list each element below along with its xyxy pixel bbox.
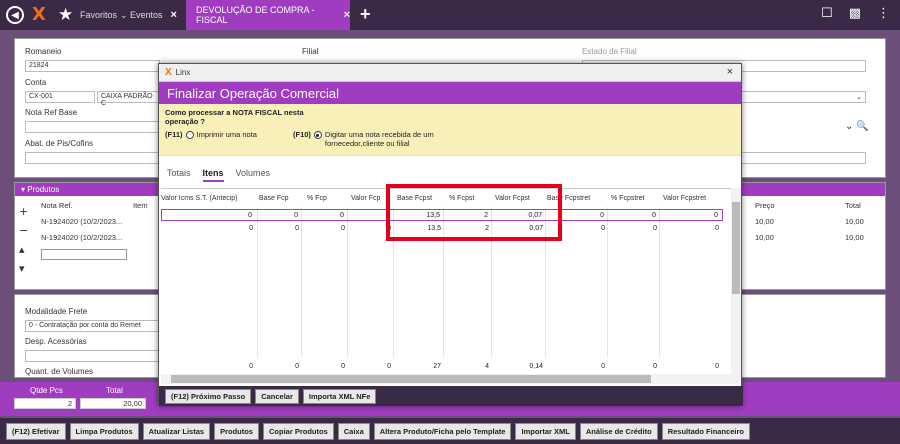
importa-xml-nfe-button[interactable]: Importa XML NFe (302, 388, 377, 404)
cancelar-button[interactable]: Cancelar (255, 388, 299, 404)
limpa-produtos-button[interactable]: Limpa Produtos (69, 422, 139, 440)
vertical-scrollbar[interactable] (731, 188, 741, 384)
col-preco: Preço (755, 201, 775, 210)
table-row[interactable]: N-1924020 (10/2/2023... (41, 217, 122, 226)
add-row-icon[interactable]: + (19, 205, 37, 218)
tab-volumes[interactable]: Volumes (236, 168, 271, 182)
conta-desc: CAIXA PADRÃO C (97, 91, 161, 107)
resultado-financeiro-button[interactable]: Resultado Financeiro (661, 422, 750, 440)
nota-ref-label: Nota Ref Base (25, 108, 78, 117)
search-icon[interactable]: ⌄ 🔍 (845, 121, 869, 132)
more-icon[interactable]: ⋮ (877, 6, 890, 21)
desp-field[interactable] (25, 350, 160, 362)
col-total: Total (845, 201, 861, 210)
grid-footer-totals: 0 0 0 0 27 4 0,14 0 0 0 (249, 363, 719, 370)
col-valor-fcpstret: Valor Fcpstret (663, 195, 707, 202)
importar-xml-button[interactable]: Importar XML (515, 422, 576, 440)
nota-fiscal-question: Como processar a NOTA FISCAL nesta opera… (159, 104, 741, 156)
caixa-button[interactable]: Caixa (337, 422, 370, 440)
action-bar: (F12) Efetivar Limpa Produtos Atualizar … (0, 418, 900, 444)
option-imprimir[interactable]: (F11) Imprimir uma nota (165, 130, 257, 139)
close-icon[interactable]: × (344, 9, 350, 21)
filial-label: Filial (302, 47, 319, 56)
dialog-titlebar: X Linx (159, 64, 741, 82)
col-base-fcp: Base Fcp (259, 195, 289, 202)
linx-icon: X (165, 67, 172, 78)
close-icon[interactable]: × (727, 66, 733, 78)
col-valor-icms-st: Valor Icms S.T. (Antecip) (161, 195, 238, 202)
nota-ref-field[interactable] (25, 121, 160, 133)
conta-field[interactable]: CX-001 (25, 91, 95, 103)
star-icon[interactable]: ★ (58, 5, 73, 25)
produto-input[interactable] (41, 249, 127, 260)
total-cell: 10,00 (845, 233, 864, 242)
move-down-icon[interactable]: ▾ (19, 262, 37, 275)
dialog-title: Finalizar Operação Comercial (159, 82, 741, 104)
col-pct-fcp: % Fcp (307, 195, 327, 202)
desp-label: Desp. Acessórias (25, 337, 87, 346)
atualizar-listas-button[interactable]: Atualizar Listas (142, 422, 211, 440)
close-icon[interactable]: × (171, 9, 177, 21)
frete-field[interactable]: 0 - Contratação por conta do Remet (25, 320, 160, 332)
altera-produto-button[interactable]: Altera Produto/Ficha pelo Template (373, 422, 512, 440)
remove-row-icon[interactable]: − (19, 224, 37, 237)
linx-logo: X (32, 4, 46, 25)
option-digitar[interactable]: (F10) Digitar uma nota recebida de um fo… (293, 130, 453, 148)
add-tab-icon[interactable]: + (360, 4, 371, 25)
col-item: Item (133, 201, 148, 210)
estado-label: Estado da Filial (582, 47, 637, 56)
frete-label: Modalidade Frete (25, 307, 88, 316)
clipboard-icon[interactable]: ☐ (821, 6, 833, 21)
move-up-icon[interactable]: ▴ (19, 243, 37, 256)
volumes-label: Quant. de Volumes (25, 367, 94, 376)
qtde-value: 2 (14, 398, 76, 409)
tab-devolucao[interactable]: DEVOLUÇÃO DE COMPRA - FISCAL × (186, 0, 350, 30)
col-valor-fcp: Valor Fcp (351, 195, 381, 202)
table-row[interactable]: N-1924020 (10/2/2023... (41, 233, 122, 242)
scroll-thumb[interactable] (171, 375, 651, 383)
dialog-footer: (F12) Próximo Passo Cancelar Importa XML… (159, 386, 743, 406)
radio-imprimir[interactable] (185, 131, 194, 139)
romaneio-label: Romaneio (25, 47, 62, 56)
tab-totais[interactable]: Totais (167, 168, 191, 182)
tab-favoritos[interactable]: Favoritos ⌄ (80, 0, 128, 30)
back-icon[interactable]: ◀ (6, 6, 24, 24)
total-cell: 10,00 (845, 217, 864, 226)
horizontal-scrollbar[interactable] (161, 374, 733, 384)
abat-label: Abat. de Pis/Cofins (25, 139, 94, 148)
tab-itens[interactable]: Itens (202, 168, 224, 182)
abat-field[interactable] (25, 152, 160, 164)
produtos-button[interactable]: Produtos (214, 422, 259, 440)
scroll-thumb[interactable] (732, 202, 740, 294)
col-pct-fcpstret: % Fcpstret (611, 195, 645, 202)
preco-cell: 10,00 (755, 233, 774, 242)
col-nota-ref: Nota Ref. (41, 201, 73, 210)
analise-credito-button[interactable]: Análise de Crédito (579, 422, 658, 440)
romaneio-field[interactable]: 21824 (25, 60, 160, 72)
highlight-box (386, 184, 562, 241)
dropdown-icon: ⌄ (120, 9, 128, 20)
conta-label: Conta (25, 78, 47, 87)
total-value: 20,00 (80, 398, 146, 409)
copiar-produtos-button[interactable]: Copiar Produtos (262, 422, 334, 440)
proximo-passo-button[interactable]: (F12) Próximo Passo (165, 388, 252, 404)
efetivar-button[interactable]: (F12) Efetivar (6, 422, 66, 440)
dialog-tabs: Totais Itens Volumes (167, 168, 270, 182)
total-label: Total (106, 386, 123, 395)
qtde-label: Qtde Pcs (30, 386, 63, 395)
radio-digitar[interactable] (313, 131, 322, 139)
tab-eventos[interactable]: Eventos × (130, 0, 177, 30)
preco-cell: 10,00 (755, 217, 774, 226)
question-text: Como processar a NOTA FISCAL nesta opera… (165, 108, 304, 126)
top-bar: ◀ X ★ Favoritos ⌄ Eventos × DEVOLUÇÃO DE C… (0, 0, 900, 30)
chat-icon[interactable]: ▩ (849, 6, 861, 21)
